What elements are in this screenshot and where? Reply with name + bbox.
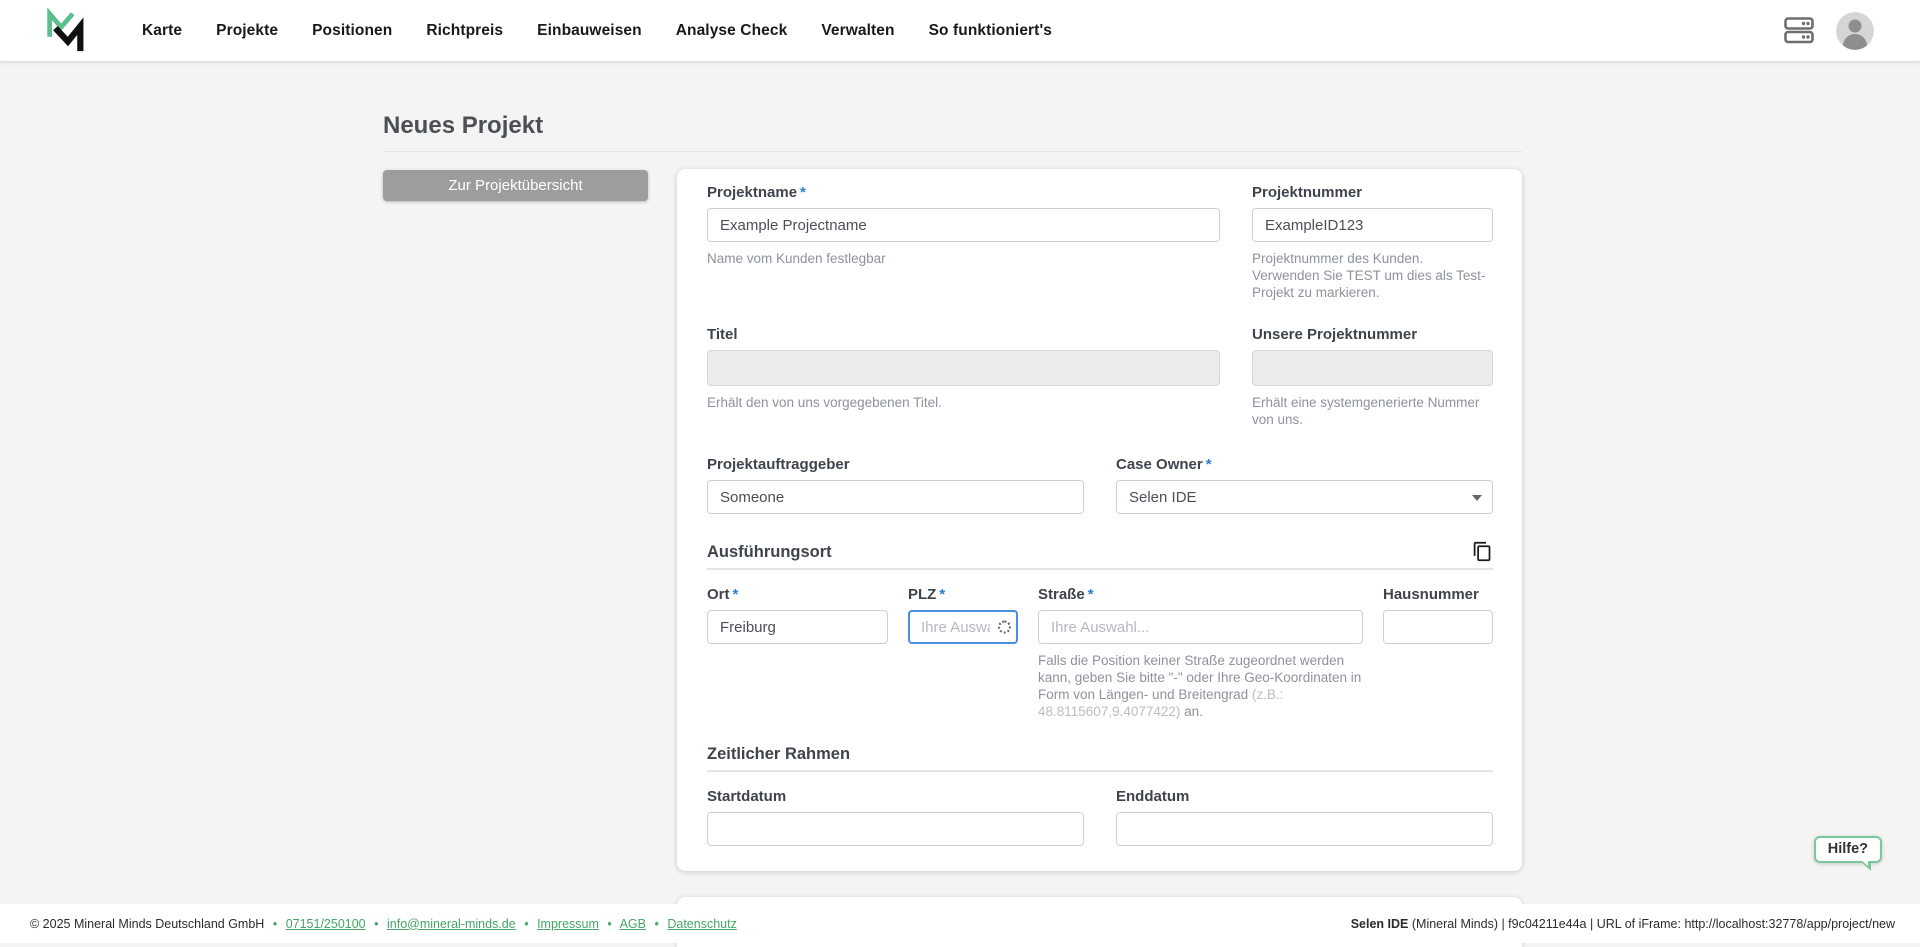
titel-label: Titel (707, 326, 1220, 344)
startdatum-label: Startdatum (707, 788, 1084, 806)
unsere-projektnummer-label: Unsere Projektnummer (1252, 326, 1493, 344)
strasse-label: Straße* (1038, 586, 1363, 604)
title-divider (383, 151, 1522, 152)
unsere-projektnummer-field-group: Unsere Projektnummer Erhält eine systemg… (1252, 326, 1493, 428)
required-asterisk: * (939, 586, 945, 603)
nav-item-richtpreis[interactable]: Richtpreis (426, 22, 503, 40)
footer-user: Selen IDE (1351, 917, 1409, 931)
nav-item-analyse-check[interactable]: Analyse Check (676, 22, 788, 40)
page-title: Neues Projekt (383, 112, 543, 140)
copyright-text: © 2025 Mineral Minds Deutschland GmbH (30, 917, 264, 931)
zur-projektuebersicht-button[interactable]: Zur Projektübersicht (383, 170, 648, 201)
projektnummer-field-group: Projektnummer Projektnummer des Kunden. … (1252, 184, 1493, 301)
phone-link[interactable]: 07151/250100 (286, 917, 366, 931)
titel-input (707, 350, 1220, 386)
footer-left: © 2025 Mineral Minds Deutschland GmbH • … (30, 917, 737, 931)
enddatum-label: Enddatum (1116, 788, 1493, 806)
nav-item-karte[interactable]: Karte (142, 22, 182, 40)
plz-label: PLZ* (908, 586, 1018, 604)
nav-item-verwalten[interactable]: Verwalten (821, 22, 894, 40)
projektname-helper: Name vom Kunden festlegbar (707, 250, 1220, 267)
hilfe-button[interactable]: Hilfe? (1814, 836, 1882, 863)
projektauftraggeber-field-group: Projektauftraggeber (707, 456, 1084, 514)
agb-link[interactable]: AGB (620, 917, 646, 931)
case-owner-selected-value: Selen IDE (1129, 489, 1197, 506)
email-link[interactable]: info@mineral-minds.de (387, 917, 516, 931)
strasse-input[interactable] (1038, 610, 1363, 644)
projektname-label: Projektname* (707, 184, 1220, 202)
ausfuehrungsort-heading: Ausführungsort (707, 543, 832, 562)
strasse-field-group: Straße* Falls die Position keiner Straße… (1038, 586, 1363, 720)
top-navigation: Karte Projekte Positionen Richtpreis Ein… (0, 0, 1920, 61)
loading-spinner-icon (998, 621, 1011, 634)
unsere-projektnummer-helper: Erhält eine systemgenerierte Nummer von … (1252, 394, 1493, 428)
projektauftraggeber-label: Projektauftraggeber (707, 456, 1084, 474)
main-menu: Karte Projekte Positionen Richtpreis Ein… (142, 22, 1052, 40)
projektnummer-label: Projektnummer (1252, 184, 1493, 202)
required-asterisk: * (800, 184, 806, 201)
footer: © 2025 Mineral Minds Deutschland GmbH • … (0, 904, 1920, 943)
hausnummer-label: Hausnummer (1383, 586, 1493, 604)
unsere-projektnummer-input (1252, 350, 1493, 386)
mineral-minds-logo-icon[interactable] (44, 8, 86, 54)
nav-item-positionen[interactable]: Positionen (312, 22, 392, 40)
new-project-form-card: Projektname* Name vom Kunden festlegbar … (677, 169, 1522, 871)
hausnummer-input[interactable] (1383, 610, 1493, 644)
case-owner-label: Case Owner* (1116, 456, 1493, 474)
titel-helper: Erhält den von uns vorgegebenen Titel. (707, 394, 1220, 411)
required-asterisk: * (1088, 586, 1094, 603)
strasse-helper: Falls die Position keiner Straße zugeord… (1038, 652, 1363, 720)
case-owner-select[interactable]: Selen IDE (1116, 480, 1493, 514)
ort-field-group: Ort* (707, 586, 888, 720)
nav-item-projekte[interactable]: Projekte (216, 22, 278, 40)
footer-session-info: (Mineral Minds) | f9c04211e44a | URL of … (1408, 917, 1895, 931)
zeitlicher-rahmen-heading: Zeitlicher Rahmen (707, 745, 850, 764)
user-avatar-icon[interactable] (1836, 12, 1874, 50)
projektauftraggeber-input[interactable] (707, 480, 1084, 514)
datenschutz-link[interactable]: Datenschutz (667, 917, 736, 931)
projektname-field-group: Projektname* Name vom Kunden festlegbar (707, 184, 1220, 301)
case-owner-field-group: Case Owner* Selen IDE (1116, 456, 1493, 514)
chevron-down-icon (1472, 495, 1482, 501)
startdatum-field-group: Startdatum (707, 788, 1084, 846)
projektname-input[interactable] (707, 208, 1220, 242)
ausfuehrungsort-section-header: Ausführungsort (707, 541, 1493, 570)
enddatum-input[interactable] (1116, 812, 1493, 846)
titel-field-group: Titel Erhält den von uns vorgegebenen Ti… (707, 326, 1220, 428)
impressum-link[interactable]: Impressum (537, 917, 599, 931)
required-asterisk: * (733, 586, 739, 603)
ort-label: Ort* (707, 586, 888, 604)
projektnummer-helper: Projektnummer des Kunden. Verwenden Sie … (1252, 250, 1493, 301)
enddatum-field-group: Enddatum (1116, 788, 1493, 846)
required-asterisk: * (1206, 456, 1212, 473)
footer-right: Selen IDE (Mineral Minds) | f9c04211e44a… (1351, 917, 1895, 931)
ort-input[interactable] (707, 610, 888, 644)
server-icon[interactable] (1784, 17, 1814, 44)
nav-item-so-funktionierts[interactable]: So funktioniert's (929, 22, 1052, 40)
nav-item-einbauweisen[interactable]: Einbauweisen (537, 22, 642, 40)
projektnummer-input[interactable] (1252, 208, 1493, 242)
zeitlicher-rahmen-section-header: Zeitlicher Rahmen (707, 745, 1493, 772)
nav-right-controls (1784, 12, 1920, 50)
hausnummer-field-group: Hausnummer (1383, 586, 1493, 720)
startdatum-input[interactable] (707, 812, 1084, 846)
plz-field-group: PLZ* (908, 586, 1018, 720)
copy-icon[interactable] (1472, 541, 1493, 562)
